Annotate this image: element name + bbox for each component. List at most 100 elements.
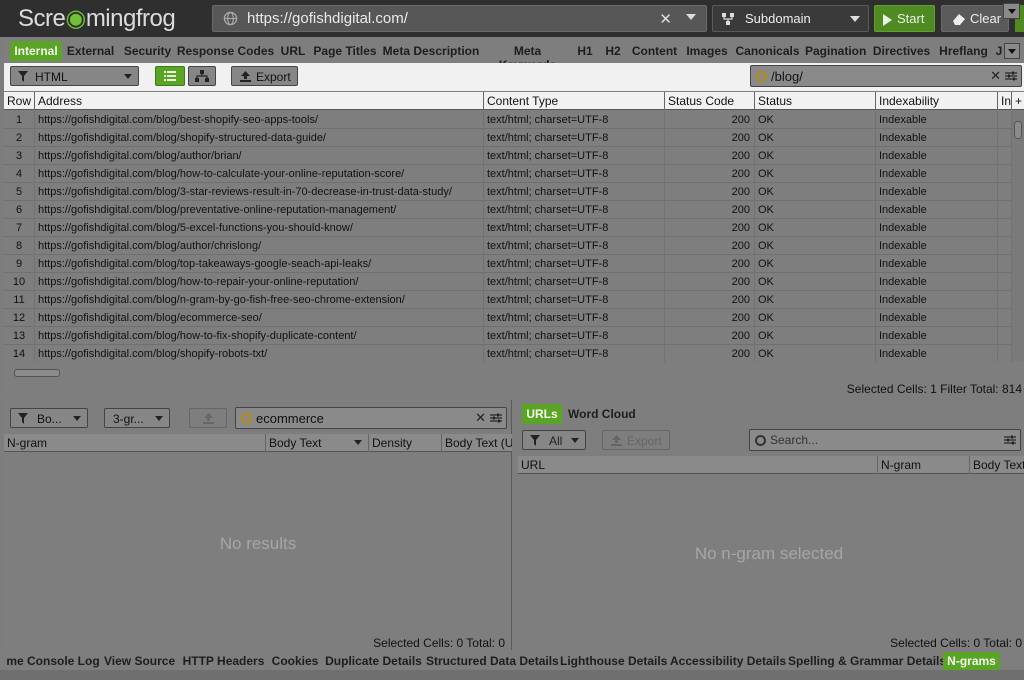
- body-select[interactable]: Bo...: [10, 408, 88, 428]
- tab-external[interactable]: External: [64, 41, 117, 61]
- tab-page-titles[interactable]: Page Titles: [311, 41, 379, 61]
- tab-images[interactable]: Images: [683, 41, 731, 61]
- table-row[interactable]: 11 https://gofishdigital.com/blog/n-gram-…: [4, 291, 1012, 309]
- clear-search-icon[interactable]: ✕: [475, 410, 486, 426]
- table-row[interactable]: 12 https://gofishdigital.com/blog/ecommer…: [4, 309, 1012, 327]
- col-body-text[interactable]: Body Text: [266, 434, 369, 452]
- start-button[interactable]: Start: [874, 5, 935, 32]
- table-cell: 200: [665, 183, 755, 201]
- tab-me-console-log[interactable]: me Console Log: [4, 652, 102, 670]
- table-cell: [998, 309, 1012, 327]
- url-dropdown-icon[interactable]: [686, 14, 696, 20]
- tab-urls[interactable]: URLs: [522, 404, 562, 424]
- tab-view-source[interactable]: View Source: [104, 652, 175, 670]
- sliders-icon[interactable]: [1004, 435, 1016, 445]
- vertical-scrollbar[interactable]: [1012, 111, 1024, 361]
- add-column-icon[interactable]: +: [1012, 92, 1024, 110]
- tab-word-cloud[interactable]: Word Cloud: [568, 404, 640, 424]
- table-row[interactable]: 14 https://gofishdigital.com/blog/shopify…: [4, 345, 1012, 362]
- search-input[interactable]: /blog/ ✕: [750, 65, 1022, 87]
- table-row[interactable]: 6 https://gofishdigital.com/blog/preventa…: [4, 201, 1012, 219]
- col-status[interactable]: Status: [755, 92, 876, 110]
- sliders-icon[interactable]: [1005, 71, 1017, 81]
- col-row[interactable]: Row: [4, 92, 35, 110]
- scrollbar-thumb[interactable]: [14, 369, 60, 377]
- table-cell: 200: [665, 291, 755, 309]
- table-cell: OK: [755, 111, 876, 129]
- tab-cookies[interactable]: Cookies: [270, 652, 320, 670]
- filter-select[interactable]: HTML: [10, 66, 139, 86]
- table-row[interactable]: 2 https://gofishdigital.com/blog/shopify-…: [4, 129, 1012, 147]
- col-address[interactable]: Address: [35, 92, 484, 110]
- scrollbar-thumb[interactable]: [1014, 121, 1022, 139]
- filter-icon: [530, 435, 540, 446]
- tree-view-button[interactable]: [188, 66, 216, 86]
- horizontal-scrollbar[interactable]: [4, 367, 1012, 379]
- tab-h2[interactable]: H2: [602, 41, 624, 61]
- tab-j[interactable]: J: [994, 41, 1004, 61]
- tab-response-codes[interactable]: Response Codes: [176, 41, 275, 61]
- ngram-export-button[interactable]: [189, 408, 227, 428]
- clear-search-icon[interactable]: ✕: [990, 68, 1001, 84]
- tab-meta-keywords[interactable]: Meta Keywords: [484, 41, 571, 72]
- col-body-text[interactable]: Body Text: [970, 456, 1024, 474]
- table-row[interactable]: 7 https://gofishdigital.com/blog/5-excel-…: [4, 219, 1012, 237]
- app-logo: Scre◉mingfrog: [18, 5, 176, 32]
- table-row[interactable]: 8 https://gofishdigital.com/blog/author/c…: [4, 237, 1012, 255]
- table-cell: 200: [665, 309, 755, 327]
- col-status-code[interactable]: Status Code: [665, 92, 755, 110]
- table-cell: OK: [755, 165, 876, 183]
- urls-filter-select[interactable]: All: [522, 430, 586, 450]
- clear-button[interactable]: Clear: [941, 5, 1009, 32]
- tab-n-grams[interactable]: N-grams: [943, 652, 1000, 670]
- tab-structured-data-details[interactable]: Structured Data Details: [426, 652, 559, 670]
- tab-spelling-grammar-details[interactable]: Spelling & Grammar Details: [788, 652, 946, 670]
- tab-content[interactable]: Content: [630, 41, 679, 61]
- col-ngram[interactable]: N-gram: [878, 456, 970, 474]
- ngram-size-select[interactable]: 3-gr...: [104, 408, 170, 428]
- tab-hreflang[interactable]: Hreflang: [937, 41, 990, 61]
- main-toolbar: HTML Export /blog/ ✕: [4, 63, 1024, 91]
- tabs-overflow-button[interactable]: [1004, 43, 1020, 59]
- tab-accessibility-details[interactable]: Accessibility Details: [670, 652, 786, 670]
- tab-url[interactable]: URL: [279, 41, 307, 61]
- tab-pagination[interactable]: Pagination: [805, 41, 866, 61]
- table-cell: 200: [665, 327, 755, 345]
- crawl-mode-select[interactable]: Subdomain: [712, 5, 869, 32]
- tab-meta-description[interactable]: Meta Description: [382, 41, 480, 61]
- detail-tabs-overflow-button[interactable]: [1003, 3, 1020, 19]
- sliders-icon[interactable]: [490, 413, 502, 423]
- urls-export-button[interactable]: Export: [602, 430, 670, 450]
- col-url[interactable]: URL: [518, 456, 878, 474]
- table-cell: text/html; charset=UTF-8: [484, 291, 665, 309]
- col-content-type[interactable]: Content Type: [484, 92, 665, 110]
- table-cell: OK: [755, 345, 876, 362]
- table-row[interactable]: 4 https://gofishdigital.com/blog/how-to-c…: [4, 165, 1012, 183]
- export-button[interactable]: Export: [231, 66, 298, 86]
- table-row[interactable]: 1 https://gofishdigital.com/blog/best-sho…: [4, 111, 1012, 129]
- table-cell: text/html; charset=UTF-8: [484, 165, 665, 183]
- col-ngram[interactable]: N-gram: [4, 434, 266, 452]
- col-body-text-unique[interactable]: Body Text (U: [442, 434, 512, 452]
- tab-canonicals[interactable]: Canonicals: [735, 41, 800, 61]
- tab-security[interactable]: Security: [121, 41, 174, 61]
- tab-http-headers[interactable]: HTTP Headers: [180, 652, 267, 670]
- table-row[interactable]: 3 https://gofishdigital.com/blog/author/b…: [4, 147, 1012, 165]
- tab-h1[interactable]: H1: [575, 41, 595, 61]
- col-in[interactable]: In: [998, 92, 1012, 110]
- table-row[interactable]: 10 https://gofishdigital.com/blog/how-to-…: [4, 273, 1012, 291]
- table-row[interactable]: 9 https://gofishdigital.com/blog/top-take…: [4, 255, 1012, 273]
- clear-url-icon[interactable]: ✕: [659, 10, 672, 28]
- ngram-search-input[interactable]: ecommerce ✕: [235, 407, 507, 429]
- urls-search-input[interactable]: Search...: [749, 429, 1021, 451]
- tab-directives[interactable]: Directives: [871, 41, 932, 61]
- tab-lighthouse-details[interactable]: Lighthouse Details: [560, 652, 667, 670]
- tab-duplicate-details[interactable]: Duplicate Details: [324, 652, 423, 670]
- col-density[interactable]: Density: [369, 434, 442, 452]
- table-row[interactable]: 5 https://gofishdigital.com/blog/3-star-r…: [4, 183, 1012, 201]
- list-view-button[interactable]: [155, 66, 185, 86]
- col-indexability[interactable]: Indexability: [876, 92, 998, 110]
- tab-internal[interactable]: Internal: [10, 41, 62, 61]
- table-row[interactable]: 13 https://gofishdigital.com/blog/how-to-…: [4, 327, 1012, 345]
- url-input[interactable]: https://gofishdigital.com/ ✕: [212, 5, 707, 32]
